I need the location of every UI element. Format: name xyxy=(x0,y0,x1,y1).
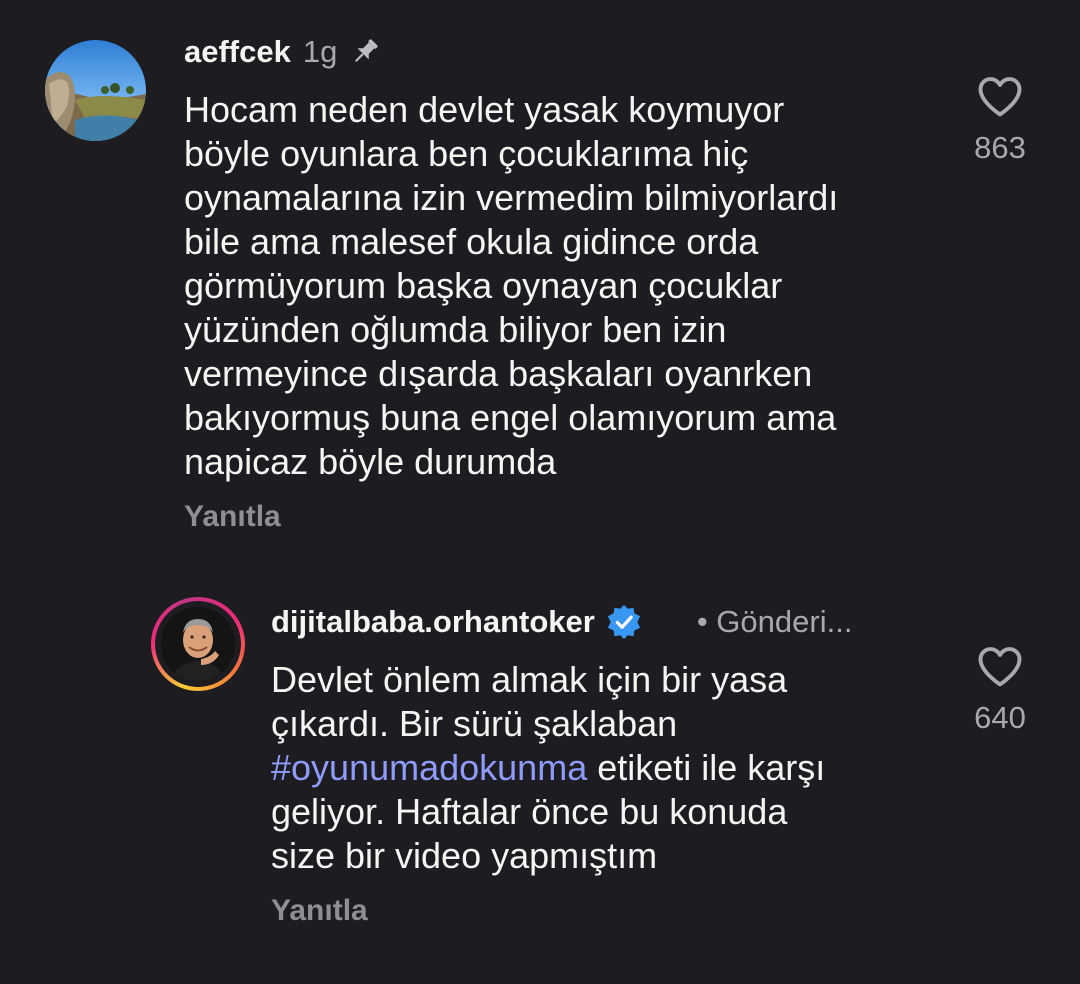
comment-header: dijitalbaba.orhantoker • Gönderi... xyxy=(271,602,900,642)
comment-line: yüzünden oğlumda biliyor ben izin xyxy=(184,309,727,350)
username[interactable]: dijitalbaba.orhantoker xyxy=(271,602,595,642)
heart-icon[interactable] xyxy=(974,70,1026,122)
hashtag-link[interactable]: #oyunumadokunma xyxy=(271,747,587,788)
user-avatar[interactable] xyxy=(161,607,235,681)
comment-line: çıkardı. Bir sürü şaklaban xyxy=(271,703,678,744)
pin-icon xyxy=(349,36,381,68)
comment-line: bakıyormuş buna engel olamıyorum ama xyxy=(184,397,837,438)
comment-line: bile ama malesef okula gidince orda xyxy=(184,221,759,262)
comment-line: #oyunumadokunma etiketi ile karşı xyxy=(271,746,911,790)
comment-line: Devlet önlem almak için bir yasa xyxy=(271,659,788,700)
comment-line: böyle oyunlara ben çocuklarıma hiç xyxy=(184,133,749,174)
timestamp: 1g xyxy=(302,34,338,69)
username[interactable]: aeffcek xyxy=(184,32,291,72)
landscape-avatar-icon xyxy=(45,40,146,141)
comment-header: aeffcek 1g xyxy=(184,32,381,72)
verified-badge-icon xyxy=(605,603,643,641)
heart-icon[interactable] xyxy=(974,640,1026,692)
comment-text: Devlet önlem almak için bir yasa çıkardı… xyxy=(271,658,911,878)
post-status: • Gönderi... xyxy=(696,604,853,639)
comment-line: geliyor. Haftalar önce bu konuda xyxy=(271,791,788,832)
user-avatar[interactable] xyxy=(45,40,146,141)
like-button[interactable]: 863 xyxy=(940,70,1060,166)
comment-line: görmüyorum başka oynayan çocuklar xyxy=(184,265,783,306)
like-count: 640 xyxy=(974,700,1026,735)
reply-button[interactable]: Yanıtla xyxy=(271,894,368,928)
comment-line: vermeyince dışarda başkaları oyanrken xyxy=(184,353,813,394)
like-count: 863 xyxy=(974,130,1026,165)
comment-text-fragment: etiketi ile karşı xyxy=(587,747,826,788)
comment-line: napicaz böyle durumda xyxy=(184,441,557,482)
reply-button[interactable]: Yanıtla xyxy=(184,500,281,534)
comment-line: oynamalarına izin vermedim bilmiyorlardı xyxy=(184,177,839,218)
comment-line: Hocam neden devlet yasak koymuyor xyxy=(184,89,785,130)
person-avatar-icon xyxy=(161,607,235,681)
comment-line: size bir video yapmıştım xyxy=(271,835,658,876)
like-button[interactable]: 640 xyxy=(940,640,1060,736)
comment-text: Hocam neden devlet yasak koymuyor böyle … xyxy=(184,88,924,484)
